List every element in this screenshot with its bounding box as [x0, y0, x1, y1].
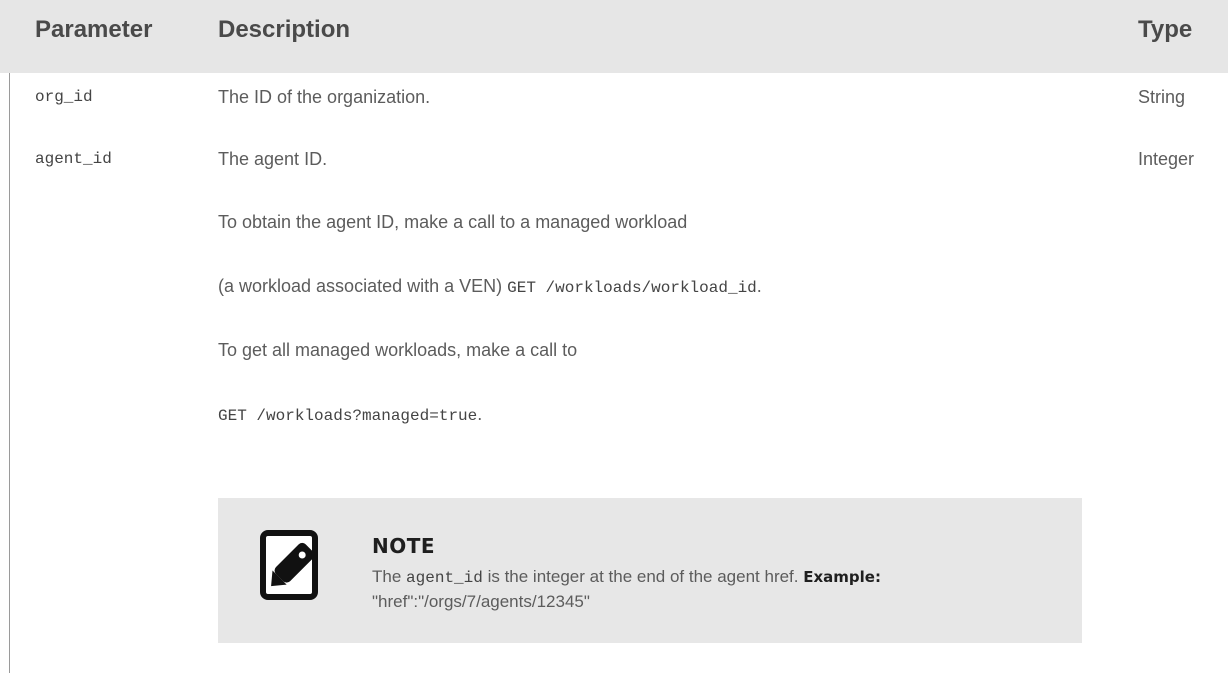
- description-agent-id: The agent ID.: [218, 149, 328, 169]
- type-agent-id: Integer: [1138, 149, 1195, 169]
- param-org-id: org_id: [35, 88, 93, 106]
- type-column-header: Type: [1138, 16, 1193, 43]
- type-org-id: String: [1138, 87, 1186, 107]
- workload-endpoint-code: GET /workloads/workload_id: [507, 279, 757, 297]
- agent-id-detail-line-1: To obtain the agent ID, make a call to a…: [218, 212, 688, 232]
- note-title: NOTE: [372, 534, 436, 558]
- note-box: NOTE The agent_id is the integer at the …: [218, 498, 1082, 643]
- description-org-id: The ID of the organization.: [218, 87, 431, 107]
- example-href: "href":"/orgs/7/agents/12345": [372, 592, 590, 611]
- table-header: Parameter Description Type: [0, 0, 1228, 73]
- managed-workloads-endpoint-code: GET /workloads?managed=true: [218, 407, 478, 425]
- parameter-column-header: Parameter: [35, 16, 153, 43]
- example-label: Example:: [803, 568, 881, 586]
- agent-id-detail-line-2: (a workload associated with a VEN) GET /…: [218, 276, 762, 297]
- agent-id-detail-line-4: GET /workloads?managed=true.: [218, 404, 483, 425]
- agent-id-code: agent_id: [406, 569, 483, 587]
- description-column-header: Description: [218, 16, 351, 43]
- note-pencil-icon: [260, 530, 318, 600]
- table-left-border: [9, 73, 10, 673]
- param-agent-id: agent_id: [35, 150, 112, 168]
- agent-id-detail-line-3: To get all managed workloads, make a cal…: [218, 340, 578, 360]
- note-text: The agent_id is the integer at the end o…: [372, 567, 881, 611]
